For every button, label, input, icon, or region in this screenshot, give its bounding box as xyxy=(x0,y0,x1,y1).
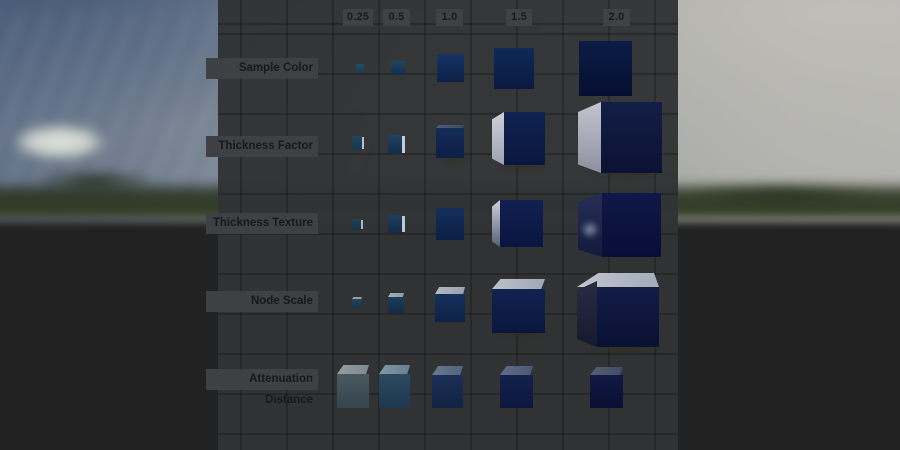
cube-front-face xyxy=(352,219,361,230)
cube-sample-color-0.25 xyxy=(356,64,364,72)
cube-front-face xyxy=(352,136,362,150)
cube-front-face xyxy=(494,48,534,89)
cube-top-face xyxy=(590,367,623,375)
cube-attenuation-distance-0.25 xyxy=(337,365,369,408)
cube-top-face xyxy=(337,365,369,374)
cube-top-face xyxy=(492,279,545,289)
cube-front-face xyxy=(388,135,402,154)
cube-front-face xyxy=(435,294,465,322)
cube-top-face xyxy=(432,366,463,375)
column-header-0.5: 0.5 xyxy=(383,9,410,26)
cube-left-face xyxy=(492,200,500,247)
cube-top-face xyxy=(379,365,410,374)
cube-node-scale-0.25 xyxy=(352,297,362,308)
cube-sample-color-2.0 xyxy=(579,41,632,96)
cube-top-face xyxy=(435,287,465,294)
cube-sample-color-1.0 xyxy=(437,54,464,82)
column-header-0.25: 0.25 xyxy=(343,9,373,26)
translucency-patch xyxy=(580,220,600,239)
cube-front-face xyxy=(379,374,410,408)
cube-front-face xyxy=(504,112,545,165)
cube-top-face xyxy=(500,366,533,375)
cube-right-face xyxy=(362,137,364,149)
cube-thickness-texture-1.5 xyxy=(492,200,543,247)
cube-thickness-texture-2.0 xyxy=(578,193,661,257)
cube-left-face xyxy=(578,102,601,173)
cube-front-face xyxy=(436,128,464,158)
cube-sample-color-1.5 xyxy=(494,48,534,89)
cube-front-face xyxy=(590,375,623,408)
cube-front-face xyxy=(579,41,632,96)
cube-thickness-texture-1.0 xyxy=(436,208,464,240)
cube-front-face xyxy=(388,297,404,313)
row-label-attenuation-distance: Attenuation Distance xyxy=(206,369,318,390)
scene-overlay: 0.25 0.5 1.0 1.5 2.0 Sample Color Thickness F… xyxy=(0,0,900,450)
cube-thickness-texture-0.25 xyxy=(352,219,363,230)
cube-thickness-factor-0.25 xyxy=(352,136,364,150)
cube-attenuation-distance-2.0 xyxy=(590,367,623,408)
screenshot-root: 0.25 0.5 1.0 1.5 2.0 Sample Color Thickness F… xyxy=(0,0,900,450)
row-label-node-scale: Node Scale xyxy=(206,291,318,312)
cube-front-face xyxy=(492,289,545,333)
cube-left-face xyxy=(577,281,597,347)
cube-node-scale-1.5 xyxy=(492,279,545,333)
cube-right-face xyxy=(361,220,363,229)
cube-front-face xyxy=(500,200,543,247)
cube-right-face xyxy=(402,216,405,232)
row-label-thickness-texture: Thickness Texture xyxy=(206,213,318,234)
cube-left-face xyxy=(492,112,504,165)
cube-front-face xyxy=(601,102,662,173)
cube-front-face xyxy=(356,64,364,72)
cube-sample-color-0.5 xyxy=(391,61,405,75)
cube-front-face xyxy=(337,374,369,408)
cube-thickness-texture-0.5 xyxy=(388,215,405,233)
row-label-sample-color: Sample Color xyxy=(206,58,318,79)
cube-thickness-factor-2.0 xyxy=(578,102,662,173)
cube-front-face xyxy=(500,375,533,408)
cube-attenuation-distance-1.5 xyxy=(500,366,533,408)
cube-front-face xyxy=(602,193,661,257)
cube-node-scale-1.0 xyxy=(435,287,465,322)
cube-attenuation-distance-0.5 xyxy=(379,365,410,408)
cube-thickness-factor-0.5 xyxy=(388,135,405,154)
cube-node-scale-0.5 xyxy=(388,293,404,313)
cube-front-face xyxy=(391,61,405,75)
cube-attenuation-distance-1.0 xyxy=(432,366,463,408)
cube-front-face xyxy=(388,215,402,233)
cube-front-face xyxy=(352,299,362,308)
row-label-thickness-factor: Thickness Factor xyxy=(206,136,318,157)
column-header-2.0: 2.0 xyxy=(603,9,630,26)
cube-thickness-factor-1.5 xyxy=(492,112,545,165)
cube-node-scale-2.0 xyxy=(577,273,659,347)
cube-front-face xyxy=(432,375,463,408)
cube-front-face xyxy=(437,54,464,82)
cube-thickness-factor-1.0 xyxy=(436,125,464,158)
column-header-1.5: 1.5 xyxy=(506,9,532,26)
cube-right-face xyxy=(402,136,405,153)
column-header-1.0: 1.0 xyxy=(436,9,463,26)
cube-front-face xyxy=(597,287,659,347)
cube-front-face xyxy=(436,208,464,240)
